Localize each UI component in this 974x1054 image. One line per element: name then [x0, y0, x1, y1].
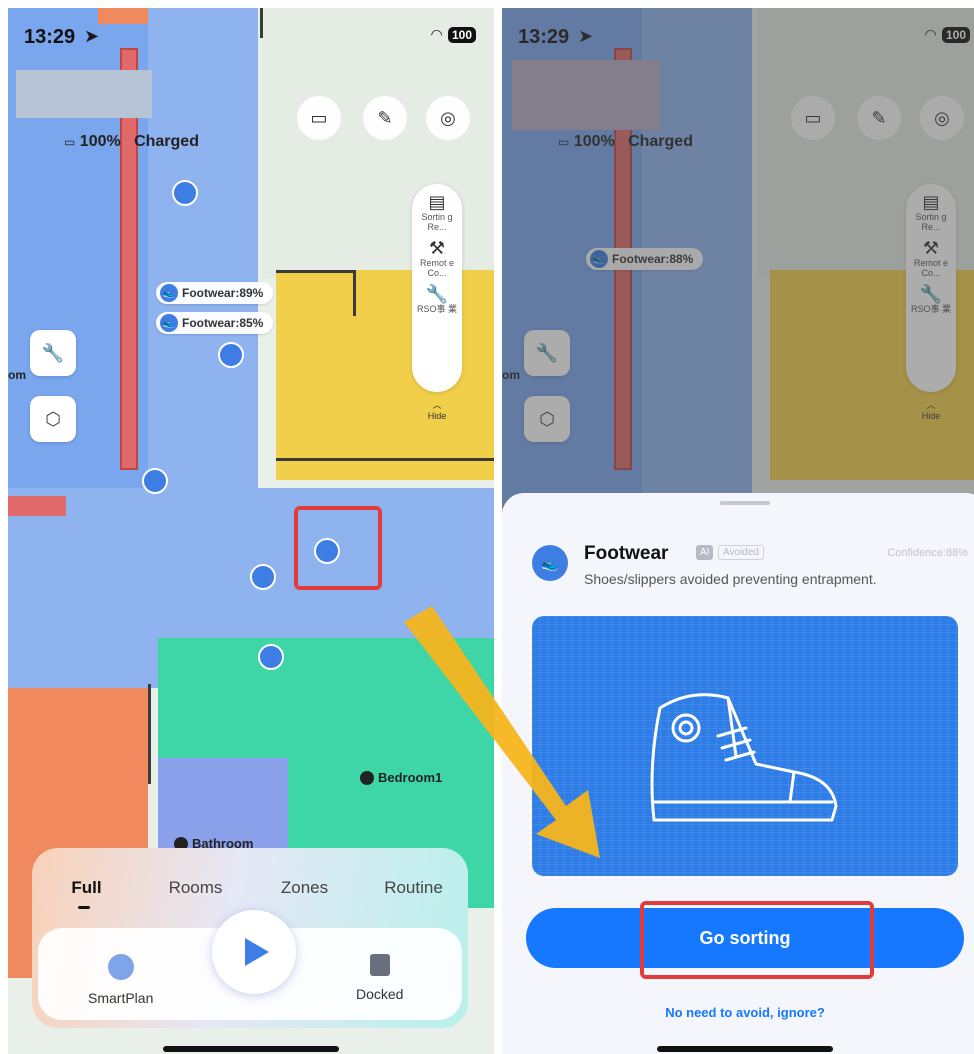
obstacle-marker[interactable] — [250, 564, 276, 590]
smartplan-label: SmartPlan — [88, 990, 154, 1006]
tools-button[interactable]: 🔧 — [30, 330, 76, 376]
tool-remote-control[interactable]: ⚒ Remot e Co... — [417, 238, 457, 278]
wifi-icon: ◠ — [431, 26, 442, 42]
wall — [148, 684, 151, 784]
wall — [276, 270, 356, 273]
battery-badge: 100 — [447, 26, 476, 43]
left-screen: 13:29 ➤ ◠ 100 ▭ 100% Charged ▭ ✎ ◎ ▤ Sor… — [8, 8, 494, 1054]
video-camera-icon: ▭ — [310, 107, 328, 128]
obstacle-marker[interactable] — [258, 644, 284, 670]
avoided-badge: Avoided — [718, 545, 764, 560]
obstacle-image — [532, 616, 958, 876]
start-cleaning-button[interactable] — [212, 910, 296, 994]
hexagon-icon: ⬡ — [45, 408, 61, 429]
redacted-device-name — [16, 70, 152, 118]
room-label-bedroom1[interactable]: Bedroom1 — [360, 770, 442, 785]
status-time: 13:29 — [24, 26, 76, 48]
battery-percent: 100% — [79, 133, 121, 150]
ai-badge: AI — [696, 545, 714, 560]
smartplan-button[interactable]: SmartPlan — [88, 954, 153, 1006]
wall — [353, 270, 356, 316]
calendar-icon: ▤ — [428, 192, 446, 212]
location-arrow-icon: ➤ — [84, 26, 100, 46]
right-screen: 13:29 ➤ ◠ 100 ▭ 100% Charged ▭ ✎ ◎ 👟 Foo… — [502, 8, 974, 1054]
obstacle-marker[interactable] — [172, 180, 198, 206]
obstacle-title: Footwear — [584, 543, 669, 564]
pin-label: Footwear:89% — [182, 286, 264, 300]
map-area-orange — [98, 8, 148, 24]
sheet-grabber[interactable] — [720, 501, 770, 505]
highlight-box — [640, 901, 874, 979]
gear-icon: ◎ — [440, 107, 456, 128]
charge-text: Charged — [134, 133, 199, 150]
edit-icon: ✎ — [377, 107, 393, 128]
room-label-partial: om — [8, 368, 26, 382]
confidence-text: Confidence:88% — [887, 547, 968, 559]
shoe-icon: 👟 — [160, 284, 178, 302]
obstacle-description: Shoes/slippers avoided preventing entrap… — [584, 571, 877, 587]
map-toolbar: ▤ Sortin g Re... ⚒ Remot e Co... 🔧 RSO事 … — [412, 184, 462, 392]
smartplan-icon — [107, 954, 134, 980]
no-go-zone — [8, 496, 66, 516]
pin-label: Footwear:85% — [182, 316, 264, 330]
edit-map-button[interactable]: ✎ — [363, 96, 407, 140]
tool-rso[interactable]: 🔧 RSO事 業 — [417, 284, 457, 314]
wall — [260, 8, 263, 38]
wrench-icon: 🔧 — [425, 284, 449, 304]
robot-arm-icon: ⚒ — [428, 238, 446, 258]
home-indicator — [657, 1046, 833, 1052]
obstacle-pin-footwear[interactable]: 👟 Footwear:89% — [156, 282, 274, 304]
camera-button[interactable]: ▭ — [297, 96, 341, 140]
hide-label: Hide — [427, 411, 447, 421]
dock-button[interactable]: Docked — [356, 954, 403, 1002]
settings-button[interactable]: ◎ — [426, 96, 470, 140]
ai-button[interactable]: ⬡ — [30, 396, 76, 442]
sneaker-icon — [650, 693, 838, 822]
tool-label: RSO事 業 — [417, 304, 458, 314]
active-tab-indicator — [78, 906, 90, 909]
wrench-icon: 🔧 — [41, 342, 65, 363]
tool-label: Remot e Co... — [419, 258, 454, 278]
clean-mode-panel: Full Rooms Zones Routine SmartPlan Docke… — [32, 848, 468, 1028]
obstacle-detail-sheet: 👟 Footwear AI Avoided Confidence:88% Sho… — [502, 493, 974, 1054]
obstacle-marker[interactable] — [218, 342, 244, 368]
chevron-up-icon: ︿ — [432, 400, 442, 410]
tab-zones[interactable]: Zones — [250, 878, 359, 898]
mode-tabs: Full Rooms Zones Routine — [32, 878, 468, 898]
room-name: Bedroom1 — [378, 770, 443, 785]
home-indicator — [163, 1046, 339, 1052]
obstacle-marker[interactable] — [142, 468, 168, 494]
obstacle-pin-footwear[interactable]: 👟 Footwear:85% — [156, 312, 274, 334]
shoe-icon: 👟 — [160, 314, 178, 332]
dock-label: Docked — [356, 986, 404, 1002]
shoe-icon: 👟 — [532, 545, 568, 581]
wall — [276, 458, 494, 461]
charge-status: ▭ 100% Charged — [64, 133, 199, 151]
tab-routine[interactable]: Routine — [359, 878, 468, 898]
tab-rooms[interactable]: Rooms — [141, 878, 250, 898]
tool-label: Sortin g Re... — [421, 212, 453, 232]
hide-toolbar-button[interactable]: ︿ Hide — [422, 398, 452, 421]
highlight-box — [294, 506, 382, 590]
dock-icon — [369, 954, 390, 976]
tab-full[interactable]: Full — [32, 878, 141, 898]
status-indicators: ◠ 100 — [431, 26, 476, 43]
ignore-link[interactable]: No need to avoid, ignore? — [502, 1005, 974, 1020]
play-icon — [245, 938, 269, 966]
tool-sorting-records[interactable]: ▤ Sortin g Re... — [417, 192, 457, 232]
map-cleaned-path — [148, 8, 258, 498]
battery-icon: ▭ — [64, 135, 76, 149]
room-icon — [360, 770, 374, 785]
